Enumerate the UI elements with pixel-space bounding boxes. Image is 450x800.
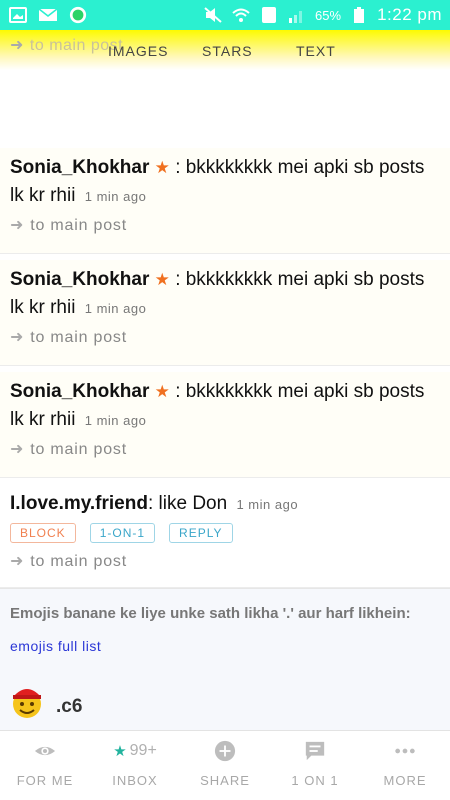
comment-time: 1 min ago — [84, 301, 147, 316]
nav-label: FOR ME — [16, 773, 74, 788]
battery-level: 65% — [315, 7, 342, 23]
comment-time: 1 min ago — [84, 413, 147, 428]
comment-username[interactable]: Sonia_Khokhar — [10, 381, 149, 402]
plus-circle-icon — [214, 739, 236, 763]
comment-username[interactable]: Sonia_Khokhar — [10, 269, 149, 290]
to-main-post-link[interactable]: ➜ to main post — [10, 439, 440, 459]
battery-icon — [349, 6, 369, 24]
eye-icon — [34, 739, 56, 763]
comment-username[interactable]: I.love.my.friend — [10, 493, 148, 514]
nav-more[interactable]: MORE — [360, 731, 450, 800]
comment-item: I.love.my.friend: like Don 1 min ago BLO… — [0, 484, 450, 588]
tab-stars[interactable]: STARS — [202, 43, 253, 59]
tab-text[interactable]: TEXT — [296, 43, 336, 59]
comment-actions: BLOCK 1-ON-1 REPLY — [10, 523, 440, 543]
comment-body: Sonia_Khokhar ★ : bkkkkkkkk mei apki sb … — [10, 154, 440, 211]
header-strip: ➜ to main post IMAGES STARS TEXT — [0, 30, 450, 70]
emojis-full-list-link[interactable]: emojis full list — [10, 638, 440, 654]
gallery-notification-icon — [8, 6, 28, 24]
comment-item: Sonia_Khokhar ★ : bkkkkkkkk mei apki sb … — [0, 372, 450, 478]
comment-username[interactable]: Sonia_Khokhar — [10, 157, 149, 178]
comment-time: 1 min ago — [84, 189, 147, 204]
signal-icon — [287, 6, 307, 24]
nav-label: INBOX — [112, 773, 158, 788]
reply-button[interactable]: REPLY — [169, 523, 233, 543]
clock: 1:22 pm — [377, 5, 442, 24]
arrow-right-icon: ➜ — [10, 217, 25, 234]
star-icon: ★ — [113, 743, 127, 760]
one-on-one-button[interactable]: 1-ON-1 — [89, 523, 156, 543]
comment-text: : like Don — [147, 493, 228, 514]
emoji-help-text: Emojis banane ke liye unke sath likha '.… — [10, 605, 411, 622]
comment-body: Sonia_Khokhar ★ : bkkkkkkkk mei apki sb … — [10, 266, 440, 323]
star-icon: ★ — [154, 270, 170, 289]
block-button[interactable]: BLOCK — [10, 523, 76, 543]
mute-icon — [203, 6, 223, 24]
arrow-right-icon: ➜ — [10, 441, 25, 458]
nav-for-me[interactable]: FOR ME — [0, 731, 90, 800]
comment-time: 1 min ago — [236, 497, 299, 512]
mail-notification-icon — [38, 6, 58, 24]
comment-item: Sonia_Khokhar ★ : bkkkkkkkk mei apki sb … — [0, 260, 450, 366]
to-main-post-link[interactable]: ➜ to main post — [10, 327, 440, 347]
arrow-right-icon: ➜ — [10, 553, 25, 570]
nav-label: 1 ON 1 — [291, 773, 339, 788]
star-icon: ★ — [154, 158, 170, 177]
bottom-nav: FOR ME ★ 99+ INBOX SHARE 1 ON 1 MORE — [0, 730, 450, 800]
comment-item: Sonia_Khokhar ★ : bkkkkkkkk mei apki sb … — [0, 148, 450, 254]
arrow-right-icon: ➜ — [10, 329, 25, 346]
to-main-post-link[interactable]: ➜ to main post — [10, 215, 440, 235]
wifi-icon — [231, 6, 251, 24]
avatar — [10, 683, 44, 724]
nav-inbox[interactable]: ★ 99+ INBOX — [90, 731, 180, 800]
emoji-user-row[interactable]: .c6 — [10, 683, 82, 724]
sim-icon — [259, 6, 279, 24]
emoji-help-panel: Emojis banane ke liye unke sath likha '.… — [0, 588, 450, 730]
more-dots-icon — [394, 739, 416, 763]
to-main-post-link[interactable]: ➜ to main post — [10, 551, 440, 571]
nav-share[interactable]: SHARE — [180, 731, 270, 800]
inbox-count: 99+ — [129, 742, 157, 759]
nav-label: MORE — [383, 773, 427, 788]
star-icon: ★ — [154, 382, 170, 401]
media-tabs: IMAGES STARS TEXT — [0, 30, 450, 70]
nav-one-on-one[interactable]: 1 ON 1 — [270, 731, 360, 800]
user-name: .c6 — [56, 695, 83, 717]
tab-images[interactable]: IMAGES — [108, 43, 168, 59]
nav-label: SHARE — [200, 773, 250, 788]
chat-icon — [304, 739, 326, 763]
status-bar: 65% 1:22 pm — [0, 0, 450, 30]
whatsapp-notification-icon — [68, 6, 88, 24]
comment-body: Sonia_Khokhar ★ : bkkkkkkkk mei apki sb … — [10, 378, 440, 435]
comment-body: I.love.my.friend: like Don 1 min ago — [10, 490, 440, 519]
